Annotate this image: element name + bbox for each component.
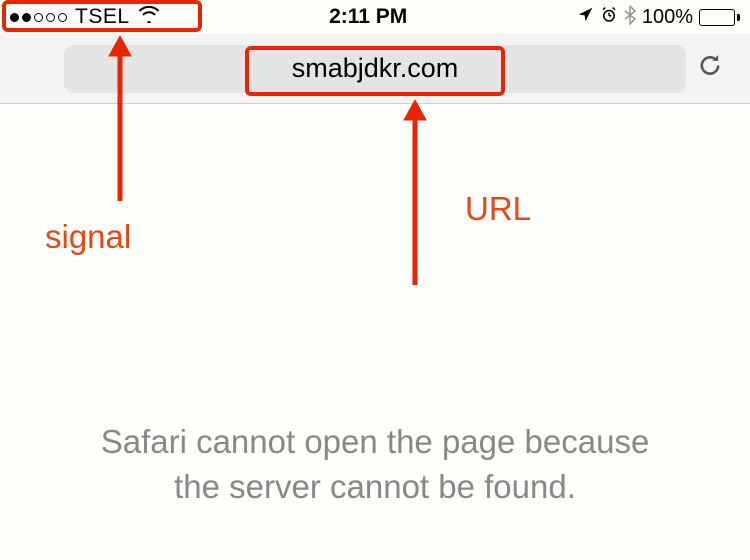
url-bar: smabjdkr.com	[0, 34, 750, 104]
annotation-label-url: URL	[465, 190, 531, 228]
annotation-label-signal: signal	[45, 218, 131, 256]
status-right: 100%	[577, 5, 740, 30]
location-icon	[577, 6, 594, 28]
battery-percentage: 100%	[642, 6, 693, 29]
clock: 2:11 PM	[329, 5, 407, 29]
address-field[interactable]: smabjdkr.com	[64, 45, 686, 93]
status-bar: TSEL 2:11 PM 100%	[0, 0, 750, 34]
bluetooth-icon	[624, 5, 636, 30]
error-message: Safari cannot open the page because the …	[0, 420, 750, 509]
reload-icon[interactable]	[696, 51, 724, 86]
battery-icon	[699, 9, 740, 26]
url-text: smabjdkr.com	[292, 53, 459, 84]
carrier-label: TSEL	[75, 5, 130, 29]
cellular-signal-icon	[10, 13, 67, 22]
alarm-icon	[600, 6, 618, 29]
annotation-arrow-url	[400, 100, 430, 290]
status-left: TSEL	[10, 5, 160, 29]
wifi-icon	[138, 5, 160, 29]
